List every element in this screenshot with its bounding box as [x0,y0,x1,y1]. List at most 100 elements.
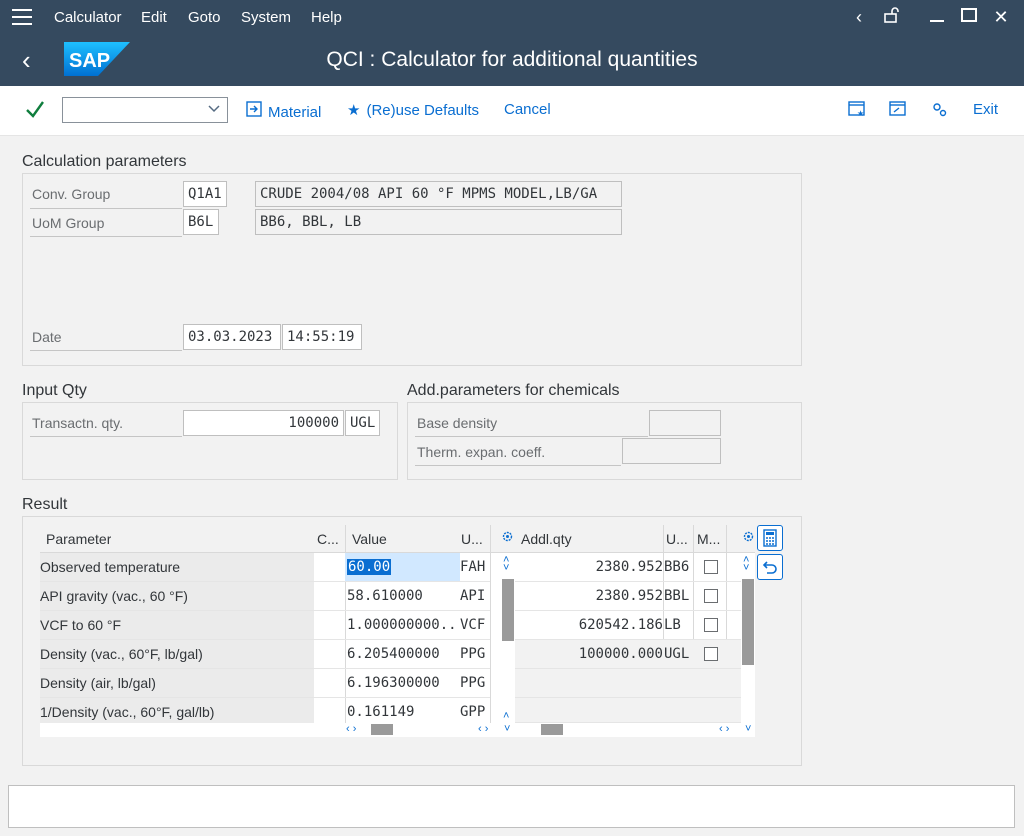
scroll-up-page-icon[interactable]: ˅ [503,562,509,574]
reuse-defaults-label: (Re)use Defaults [366,102,479,119]
param-value[interactable]: 0.161149 [347,704,414,720]
left-table-hscrollbar[interactable]: ‹ › ‹ › ˅ [40,723,516,737]
material-button[interactable]: Material [246,101,321,121]
left-table-vscrollbar[interactable]: ˄ ˅ ˄ [501,554,515,723]
date-underline [30,350,182,351]
table-row-empty [515,698,741,723]
conv-group-code-field[interactable]: Q1A1 [183,181,227,207]
table-row[interactable]: API gravity (vac., 60 °F) 58.610000 API [40,582,490,611]
param-unit: API [460,588,486,604]
table-row[interactable]: Observed temperature 60.00 FAH [40,553,490,582]
addl-qty-unit: BB6 [664,559,690,575]
col-value-header[interactable]: Value [352,531,387,547]
undo-icon[interactable] [757,554,783,580]
table-settings-gear-icon[interactable] [742,530,755,546]
addl-qty-unit: BBL [664,588,690,604]
unlock-icon[interactable] [880,6,902,28]
mark-checkbox[interactable] [704,560,718,574]
scroll-left-right-icon[interactable]: ‹ › [719,723,729,735]
table-row[interactable]: 620542.186 LB [515,611,741,640]
table-row[interactable]: Density (vac., 60°F, lb/gal) 6.205400000… [40,640,490,669]
param-value[interactable]: 6.205400000 [347,646,440,662]
page-title: QCI : Calculator for additional quantiti… [326,48,698,71]
param-unit: PPG [460,675,486,691]
material-icon [246,101,262,121]
scroll-down-icon[interactable]: ˄ [503,710,509,722]
col-unit-header[interactable]: U... [666,531,690,547]
maximize-icon[interactable] [958,6,980,28]
therm-expan-underline [415,465,621,466]
scroll-up-page-icon[interactable]: ˅ [743,562,749,574]
right-table-vscrollbar[interactable]: ˄ ˅ [741,554,755,723]
minimize-icon[interactable] [926,6,948,28]
mark-checkbox[interactable] [704,647,718,661]
uom-group-code-field[interactable]: B6L [183,209,219,235]
param-value[interactable]: 1.000000000... [347,617,459,633]
exit-button[interactable]: Exit [973,101,998,118]
col-parameter-header[interactable]: Parameter [46,531,111,547]
param-value[interactable]: 60.00 [347,559,392,575]
param-name: VCF to 60 °F [40,617,122,633]
menu-system[interactable]: System [241,9,291,26]
param-value[interactable]: 6.196300000 [347,675,440,691]
table-row[interactable]: 100000.000 UGL [515,640,741,669]
therm-expan-field[interactable] [622,438,721,464]
add-params-group [407,402,802,480]
status-bar [8,785,1015,828]
window-arrow-icon[interactable] [889,100,909,120]
result-right-header: Addl.qty U... M... [515,525,755,553]
menu-calculator[interactable]: Calculator [54,9,122,26]
date-field[interactable]: 03.03.2023 [183,324,281,350]
chevron-down-icon[interactable] [207,101,221,118]
toolbar: Material ★ (Re)use Defaults Cancel ★ Exit [0,86,1024,136]
window-star-icon[interactable]: ★ [848,100,868,120]
mark-checkbox[interactable] [704,589,718,603]
col-unit-header[interactable]: U... [461,531,487,547]
scroll-thumb[interactable] [541,724,563,735]
menu-edit[interactable]: Edit [141,9,167,26]
table-row[interactable]: 2380.952 BBL [515,582,741,611]
param-unit: GPP [460,704,486,720]
col-c-header[interactable]: C... [317,531,341,547]
collapse-left-icon[interactable]: ‹ [848,6,870,28]
menu-help[interactable]: Help [311,9,342,26]
table-row-empty [515,669,741,698]
base-density-underline [415,436,648,437]
col-addl-qty-header[interactable]: Addl.qty [521,531,572,547]
menu-goto[interactable]: Goto [188,9,221,26]
table-row[interactable]: Density (air, lb/gal) 6.196300000 PPG [40,669,490,698]
enter-check-button[interactable] [24,98,48,122]
scroll-thumb[interactable] [371,724,393,735]
reuse-defaults-button[interactable]: ★ (Re)use Defaults [347,101,479,119]
scroll-down-icon[interactable]: ˅ [745,723,751,735]
time-field[interactable]: 14:55:19 [282,324,362,350]
cancel-button[interactable]: Cancel [504,101,551,118]
settings-gear-icon[interactable] [930,100,950,120]
mark-checkbox[interactable] [704,618,718,632]
param-value[interactable]: 58.610000 [347,588,423,604]
scroll-thumb[interactable] [502,579,514,641]
menu-bar: Calculator Edit Goto System Help ‹ ✕ [0,0,1024,34]
calculator-button[interactable] [757,525,783,551]
table-settings-gear-icon[interactable] [501,530,514,546]
addl-qty-value: 620542.186 [578,617,663,633]
conv-group-desc-field: CRUDE 2004/08 API 60 °F MPMS MODEL,LB/GA [255,181,622,207]
hamburger-menu-icon[interactable] [12,9,32,25]
command-field[interactable] [62,97,228,123]
close-icon[interactable]: ✕ [990,6,1012,28]
right-table-hscrollbar[interactable]: ‹ › ˅ [515,723,755,737]
therm-expan-label: Therm. expan. coeff. [417,444,546,460]
transactn-unit-field[interactable]: UGL [345,410,380,436]
col-m-header[interactable]: M... [697,531,721,547]
scroll-right-icon[interactable]: ‹ › [478,723,488,735]
scroll-thumb[interactable] [742,579,754,665]
scroll-left-icon[interactable]: ‹ › [346,723,356,735]
base-density-label: Base density [417,415,498,431]
conv-group-underline [30,208,182,209]
table-row[interactable]: VCF to 60 °F 1.000000000... VCF [40,611,490,640]
base-density-field[interactable] [649,410,721,436]
param-name: API gravity (vac., 60 °F) [40,588,188,604]
scroll-down-icon[interactable]: ˅ [504,723,510,735]
table-row[interactable]: 2380.952 BB6 [515,553,741,582]
transactn-qty-field[interactable]: 100000 [183,410,344,436]
